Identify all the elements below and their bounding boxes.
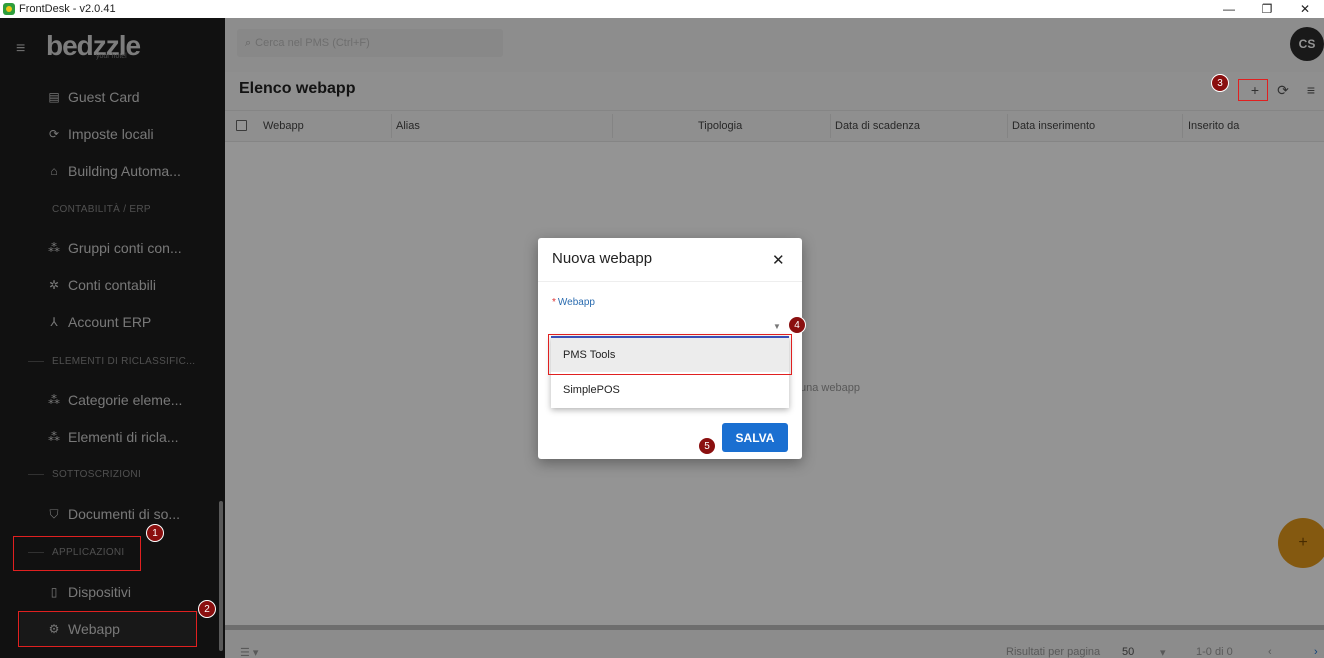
field-label-text: Webapp: [557, 297, 595, 308]
close-window-button[interactable]: ✕: [1286, 2, 1324, 16]
window-titlebar: FrontDesk - v2.0.41 — ❐ ✕: [0, 0, 1324, 18]
annotation-badge-2: 2: [198, 600, 216, 618]
required-mark: *: [552, 297, 556, 308]
window-title: FrontDesk - v2.0.41: [19, 3, 116, 15]
dropdown-arrow-icon[interactable]: ▼: [773, 322, 781, 331]
annotation-box-applicazioni: [13, 536, 141, 571]
window-controls: — ❐ ✕: [1210, 0, 1324, 18]
save-button[interactable]: SALVA: [722, 423, 788, 452]
annotation-badge-1: 1: [146, 524, 164, 542]
minimize-button[interactable]: —: [1210, 2, 1248, 16]
annotation-badge-4: 4: [788, 316, 806, 334]
close-icon[interactable]: ✕: [772, 251, 785, 269]
option-simplepos[interactable]: SimplePOS: [551, 372, 789, 408]
annotation-badge-5: 5: [698, 437, 716, 455]
app-icon: [3, 3, 15, 15]
dialog-divider: [538, 281, 802, 282]
annotation-box-add: [1238, 79, 1268, 101]
webapp-field-label: * Webapp: [552, 297, 595, 308]
restore-button[interactable]: ❐: [1248, 2, 1286, 16]
annotation-box-option: [548, 334, 792, 375]
annotation-badge-3: 3: [1211, 74, 1229, 92]
annotation-box-webapp: [18, 611, 197, 647]
dialog-title: Nuova webapp: [552, 250, 653, 267]
